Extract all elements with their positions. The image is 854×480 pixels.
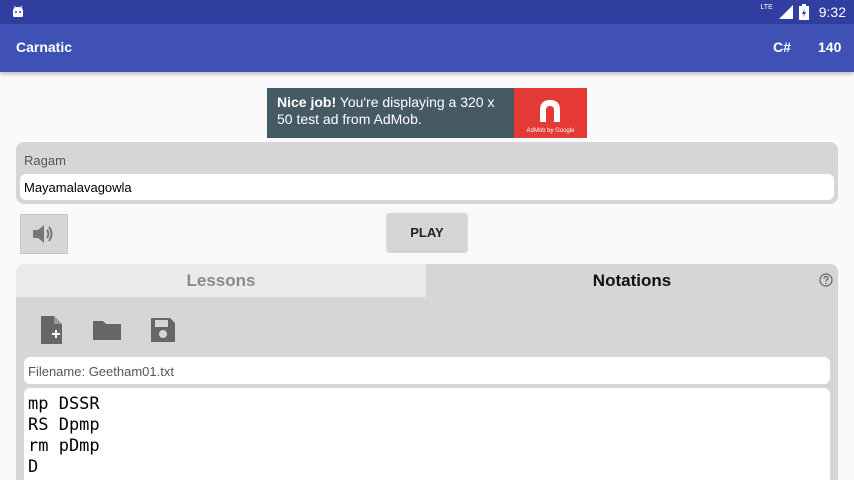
tab-notations[interactable]: Notations [426,264,838,297]
battery-icon [798,4,809,20]
ad-bold-text: Nice job! [277,94,337,110]
folder-icon [93,321,121,340]
new-file-button[interactable] [36,314,66,346]
volume-icon [33,225,53,243]
volume-button[interactable] [20,214,68,254]
save-icon [151,318,175,342]
notation-line: RS Dpmp [28,415,100,435]
ad-text: Nice job! You're displaying a 320 x 50 t… [267,88,514,138]
play-button[interactable]: PLAY [387,213,467,251]
app-bar: Carnatic C# 140 [0,24,854,72]
lte-label: LTE [760,3,773,11]
status-bar: LTE 9:32 [0,0,854,24]
key-selector[interactable]: C# [773,39,791,55]
signal-icon [778,5,793,19]
tabs-panel: Lessons Notations Filename: Geetham01.tx… [16,264,838,480]
notation-line: D [28,457,39,477]
notation-line: mp DSSR [28,394,100,414]
tab-lessons[interactable]: Lessons [16,264,426,297]
help-icon[interactable] [819,273,833,287]
open-folder-button[interactable] [92,314,122,346]
new-file-icon [41,316,62,344]
filename-field[interactable]: Filename: Geetham01.txt [24,357,830,384]
admob-logo: AdMob by Google [514,88,587,138]
clock: 9:32 [818,4,846,20]
ad-banner[interactable]: Nice job! You're displaying a 320 x 50 t… [267,88,587,138]
ragam-field[interactable]: Mayamalavagowla [20,174,834,200]
android-notification-icon [13,5,23,17]
notation-editor[interactable]: mp DSSR RS Dpmp rm pDmp D [24,388,830,480]
notation-line: rm pDmp [28,436,100,456]
ragam-label: Ragam [24,153,66,168]
notation-toolbar [36,314,178,346]
tempo-selector[interactable]: 140 [818,39,841,55]
save-button[interactable] [148,314,178,346]
app-title: Carnatic [16,39,73,55]
admob-icon [540,100,560,122]
ad-logo-caption: AdMob by Google [526,128,575,134]
ragam-section: Ragam Mayamalavagowla [16,142,838,204]
